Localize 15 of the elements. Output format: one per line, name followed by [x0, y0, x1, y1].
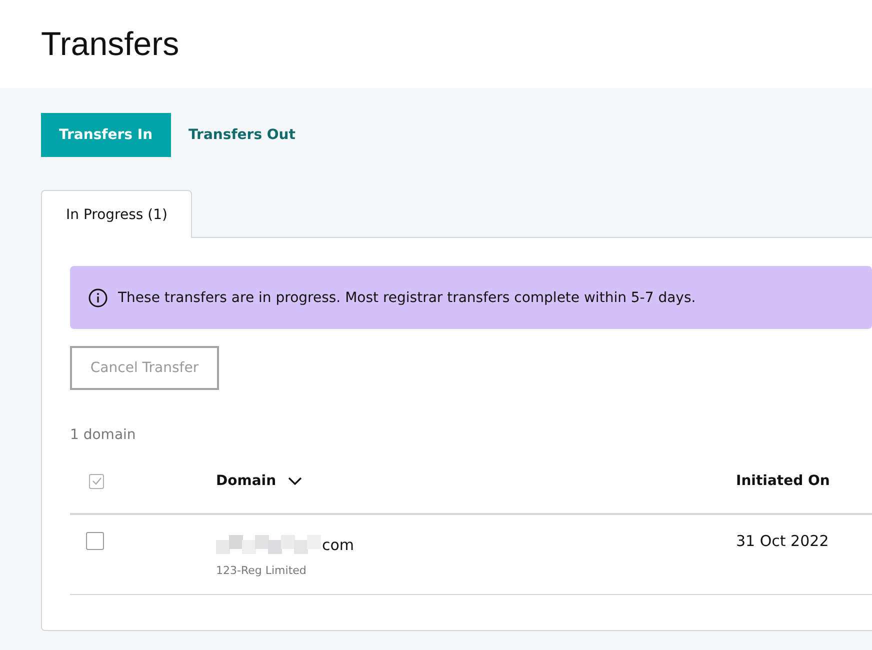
page-title: Transfers [41, 25, 180, 63]
transfer-direction-tab[interactable]: Transfers In [41, 113, 171, 157]
checkmark-icon [92, 477, 102, 485]
info-icon [88, 288, 108, 308]
banner-text: These transfers are in progress. Most registrar transfers complete within 5-7 days. [118, 290, 696, 306]
column-header: Initiated On [736, 473, 830, 489]
transfer-direction-tab[interactable]: Transfers Out [170, 113, 314, 157]
domain-name: com [322, 536, 354, 554]
domain-count: 1 domain [70, 427, 137, 443]
table-cell-text: 31 Oct 2022 [736, 532, 830, 550]
status-tab[interactable]: In Progress (1) [41, 190, 192, 238]
checkbox[interactable] [86, 532, 104, 550]
registrar-name: 123-Reg Limited [216, 564, 308, 577]
chevron-down-icon[interactable] [288, 477, 302, 485]
column-header[interactable]: Domain [216, 473, 302, 489]
